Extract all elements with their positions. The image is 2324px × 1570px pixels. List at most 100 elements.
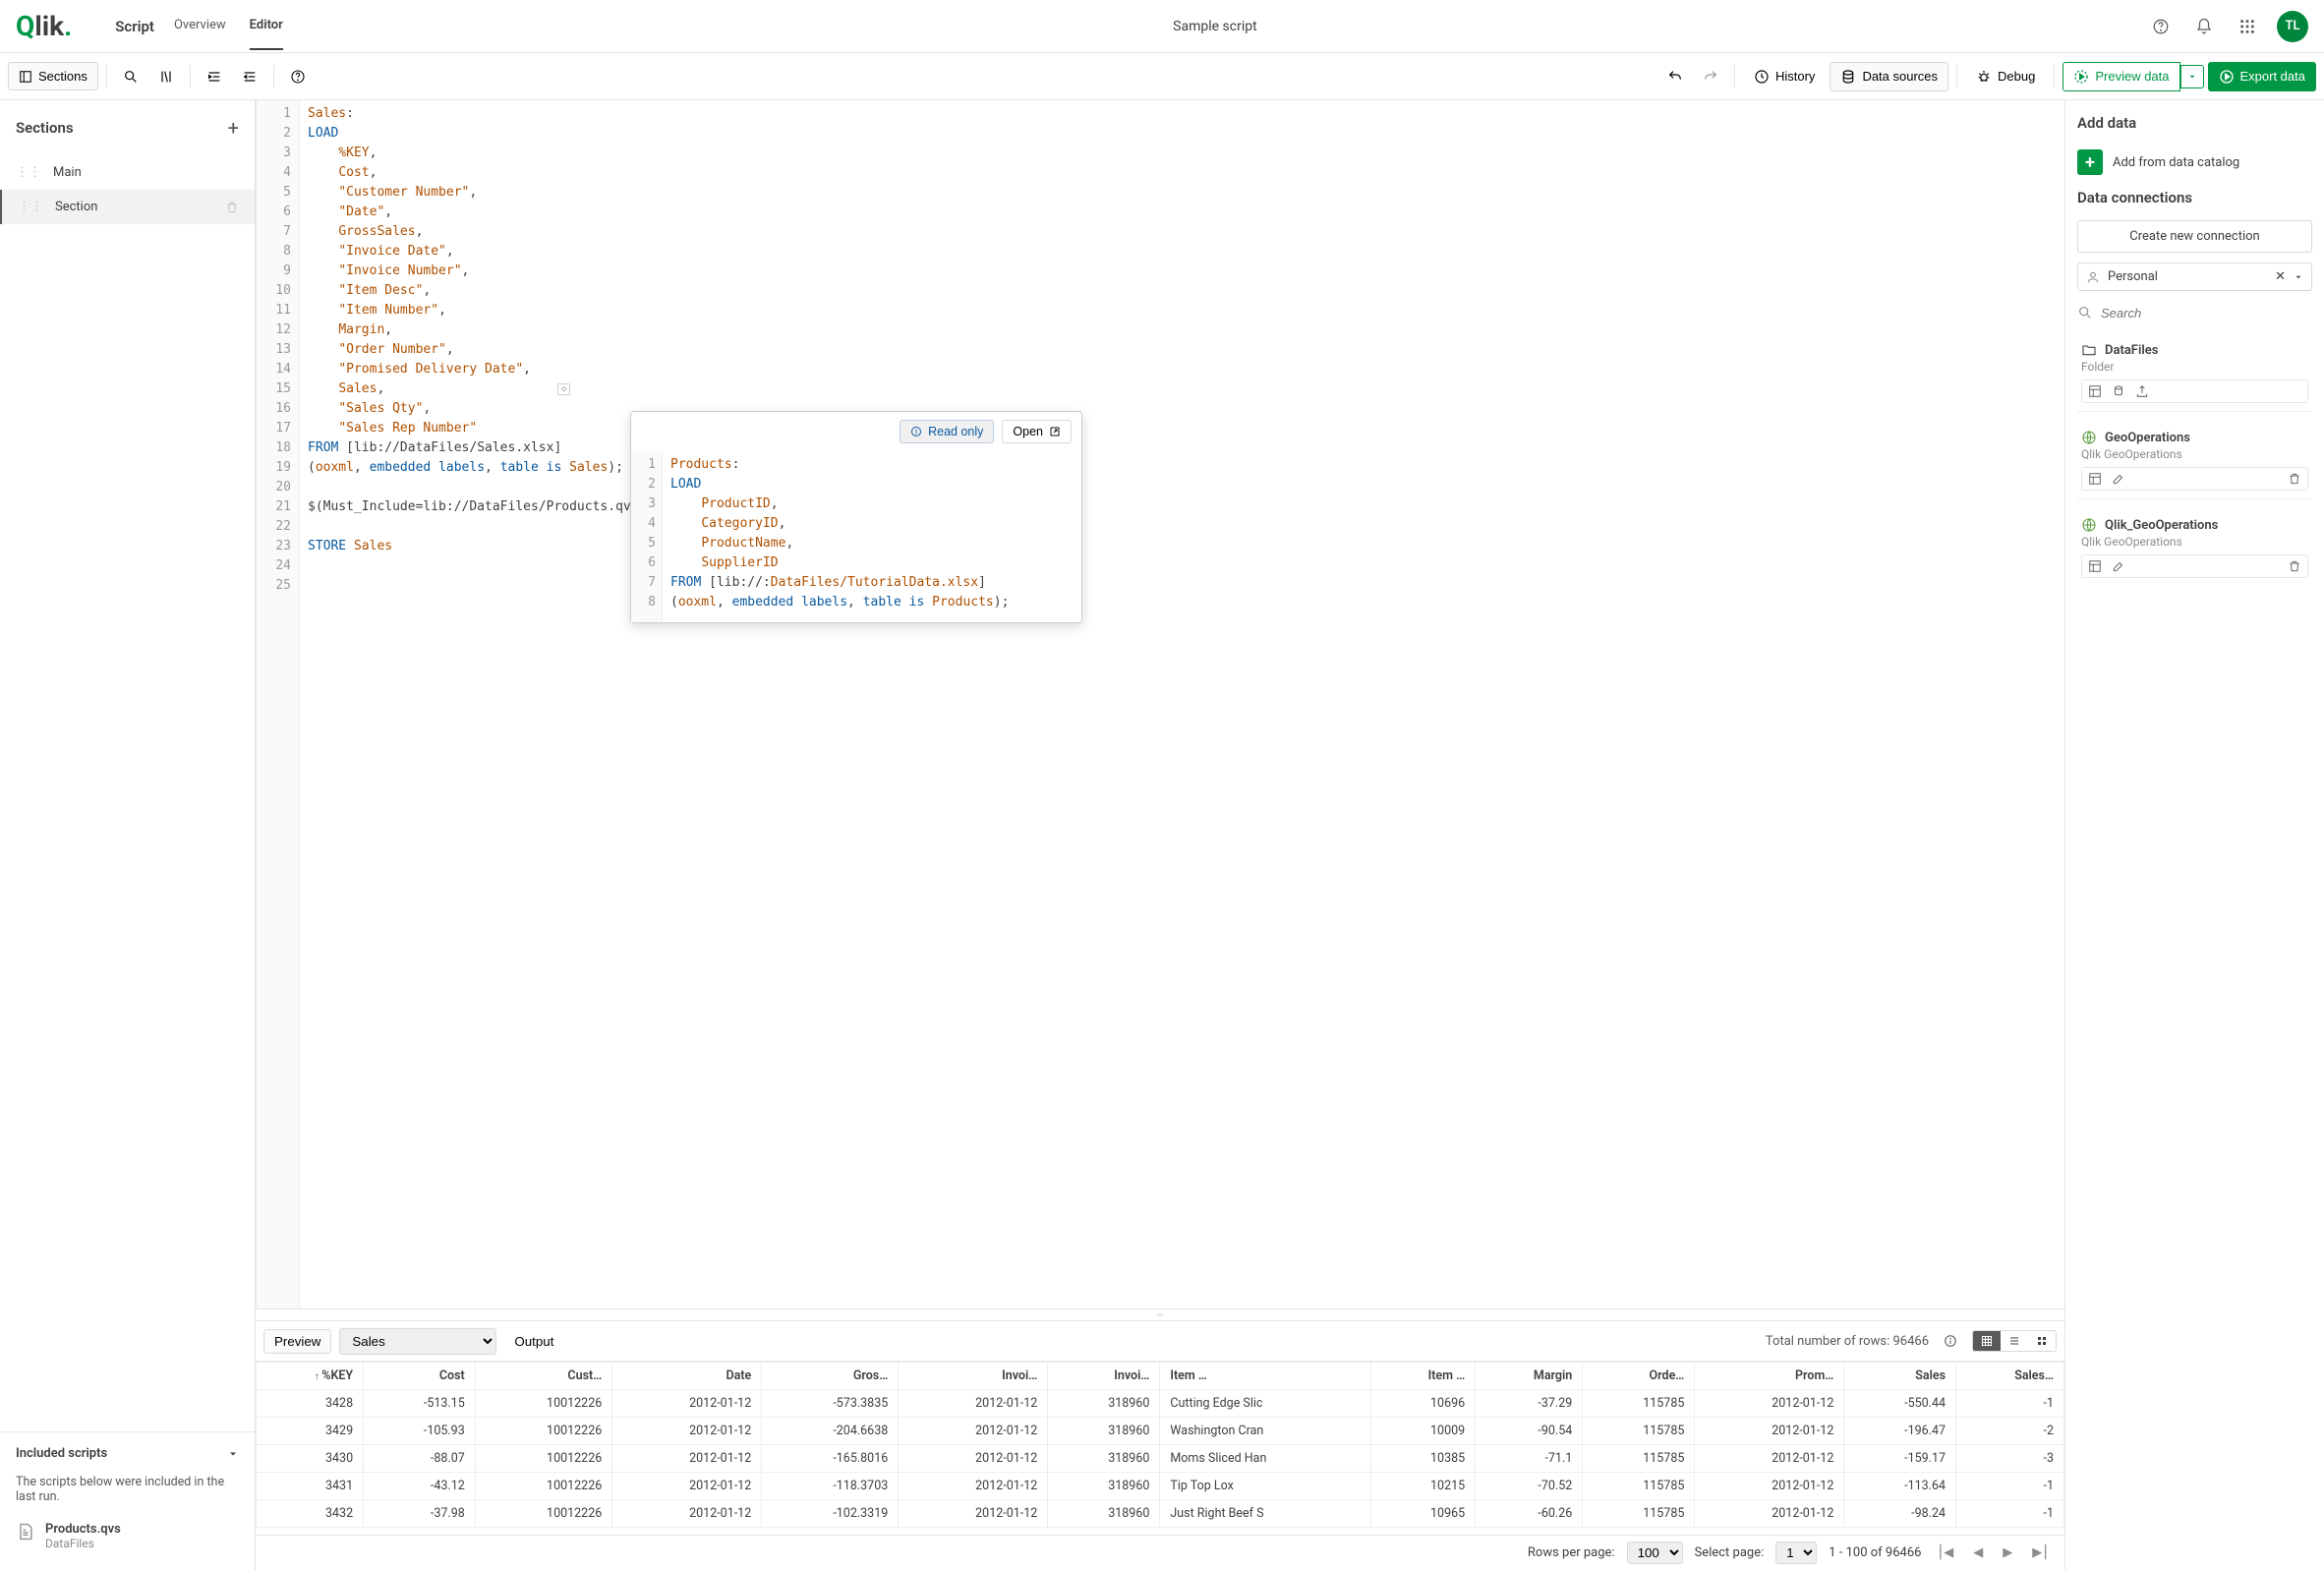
column-header[interactable]: Invoi…	[899, 1363, 1048, 1390]
table-cell: -70.52	[1476, 1473, 1583, 1500]
column-header[interactable]: Item …	[1371, 1363, 1476, 1390]
sections-title: Sections	[16, 119, 74, 137]
preview-dropdown-icon[interactable]	[2180, 65, 2204, 88]
table-cell: -105.93	[364, 1418, 476, 1445]
edit-icon[interactable]	[2112, 559, 2125, 573]
add-section-icon[interactable]: +	[228, 116, 239, 140]
history-button[interactable]: History	[1743, 62, 1826, 91]
preview-panel: Preview Sales Output Total number of row…	[256, 1320, 2064, 1570]
divider	[190, 65, 191, 88]
create-connection-button[interactable]: Create new connection	[2077, 220, 2312, 253]
help-icon[interactable]	[2147, 13, 2175, 40]
table-cell: 10009	[1371, 1418, 1476, 1445]
info-icon[interactable]	[1937, 1327, 1964, 1355]
search-icon[interactable]	[115, 62, 146, 91]
delete-icon[interactable]	[2288, 559, 2301, 573]
select-data-icon[interactable]	[2088, 559, 2102, 573]
chevron-down-icon[interactable]	[2294, 272, 2303, 282]
list-view-icon[interactable]	[2001, 1331, 2028, 1351]
bell-icon[interactable]	[2190, 13, 2218, 40]
rows-per-page-select[interactable]: 100	[1627, 1541, 1683, 1564]
table-cell: -90.54	[1476, 1418, 1583, 1445]
select-page-select[interactable]: 1	[1775, 1541, 1817, 1564]
globe-icon	[2081, 430, 2097, 445]
included-scripts-header[interactable]: Included scripts	[0, 1431, 255, 1475]
drag-handle-icon[interactable]: ⋮⋮	[18, 200, 43, 214]
undo-icon[interactable]	[1659, 62, 1691, 91]
prev-page-icon[interactable]: ◀	[1969, 1543, 1987, 1562]
section-item[interactable]: ⋮⋮Section	[0, 190, 255, 224]
apps-grid-icon[interactable]	[2234, 13, 2261, 40]
sections-button[interactable]: Sections	[8, 62, 98, 90]
column-header[interactable]: Prom…	[1695, 1363, 1844, 1390]
delete-section-icon[interactable]	[225, 201, 239, 214]
included-script-item[interactable]: Products.qvs DataFiles	[0, 1514, 255, 1558]
column-header[interactable]: %KEY	[257, 1363, 364, 1390]
section-item[interactable]: ⋮⋮Main	[0, 155, 255, 190]
column-header[interactable]: Cust…	[475, 1363, 612, 1390]
preview-data-button[interactable]: Preview data	[2063, 62, 2179, 91]
insert-script-icon[interactable]	[2112, 384, 2125, 398]
column-header[interactable]: Sales	[1844, 1363, 1956, 1390]
table-row[interactable]: 3429-105.93100122262012-01-12-204.663820…	[257, 1418, 2064, 1445]
tab-editor[interactable]: Editor	[250, 2, 283, 50]
clear-icon[interactable]: ✕	[2275, 269, 2286, 284]
preview-tab[interactable]: Preview	[263, 1329, 331, 1354]
help-circle-icon[interactable]	[282, 62, 314, 91]
table-cell: 10215	[1371, 1473, 1476, 1500]
open-button[interactable]: Open	[1002, 420, 1072, 443]
column-header[interactable]: Date	[612, 1363, 762, 1390]
table-select[interactable]: Sales	[339, 1328, 496, 1355]
edit-icon[interactable]	[2112, 472, 2125, 486]
delete-icon[interactable]	[2288, 472, 2301, 486]
export-data-button[interactable]: Export data	[2208, 62, 2317, 91]
output-tab[interactable]: Output	[504, 1330, 563, 1353]
add-from-catalog-button[interactable]: + Add from data catalog	[2077, 145, 2312, 179]
search-input[interactable]	[2101, 306, 2312, 320]
column-header[interactable]: Invoi…	[1048, 1363, 1160, 1390]
first-page-icon[interactable]: ⎮◀	[1933, 1543, 1957, 1562]
table-view-icon[interactable]	[1973, 1331, 2001, 1351]
table-row[interactable]: 3428-513.15100122262012-01-12-573.383520…	[257, 1390, 2064, 1418]
folder-icon	[2081, 342, 2097, 358]
table-cell: 2012-01-12	[899, 1473, 1048, 1500]
divider	[2054, 65, 2055, 88]
drag-handle-icon[interactable]: ⋮⋮	[16, 165, 41, 180]
indent-icon[interactable]	[199, 62, 230, 91]
column-header[interactable]: Sales…	[1956, 1363, 2064, 1390]
tab-overview[interactable]: Overview	[174, 2, 226, 50]
data-sources-button[interactable]: Data sources	[1830, 62, 1948, 91]
redo-icon[interactable]	[1695, 62, 1726, 91]
table-cell: 2012-01-12	[612, 1473, 762, 1500]
main-area: Sections + ⋮⋮Main⋮⋮Section Included scri…	[0, 100, 2324, 1570]
select-data-icon[interactable]	[2088, 384, 2102, 398]
table-row[interactable]: 3432-37.98100122262012-01-12-102.3319201…	[257, 1500, 2064, 1528]
select-data-icon[interactable]	[2088, 472, 2102, 486]
outdent-icon[interactable]	[234, 62, 265, 91]
column-header[interactable]: Orde…	[1583, 1363, 1695, 1390]
table-cell: 2012-01-12	[1695, 1445, 1844, 1473]
app-label: Script	[115, 18, 154, 35]
user-avatar[interactable]: TL	[2277, 11, 2308, 42]
column-header[interactable]: Margin	[1476, 1363, 1583, 1390]
grid-view-icon[interactable]	[2028, 1331, 2056, 1351]
read-only-button[interactable]: Read only	[900, 420, 994, 443]
column-header[interactable]: Item …	[1160, 1363, 1371, 1390]
upload-icon[interactable]	[2135, 384, 2149, 398]
geo-operations-name: GeoOperations	[2105, 431, 2190, 445]
code-editor[interactable]: 1234567891011121314151617181920212223242…	[256, 100, 2064, 1308]
debug-button[interactable]: Debug	[1965, 62, 2046, 91]
column-header[interactable]: Cost	[364, 1363, 476, 1390]
sections-sidebar: Sections + ⋮⋮Main⋮⋮Section Included scri…	[0, 100, 256, 1570]
divider	[273, 65, 274, 88]
comment-icon[interactable]	[150, 62, 182, 91]
connection-scope-select[interactable]: Personal ✕	[2077, 262, 2312, 291]
next-page-icon[interactable]: ▶	[1999, 1543, 2016, 1562]
table-row[interactable]: 3430-88.07100122262012-01-12-165.8016201…	[257, 1445, 2064, 1473]
expand-include-icon[interactable]: ◇	[557, 383, 570, 395]
column-header[interactable]: Gros…	[762, 1363, 899, 1390]
last-page-icon[interactable]: ▶⎮	[2028, 1543, 2053, 1562]
horizontal-resize-handle[interactable]: ═	[256, 1308, 2064, 1320]
geo-operations-sub: Qlik GeoOperations	[2081, 447, 2308, 461]
table-row[interactable]: 3431-43.12100122262012-01-12-118.3703201…	[257, 1473, 2064, 1500]
